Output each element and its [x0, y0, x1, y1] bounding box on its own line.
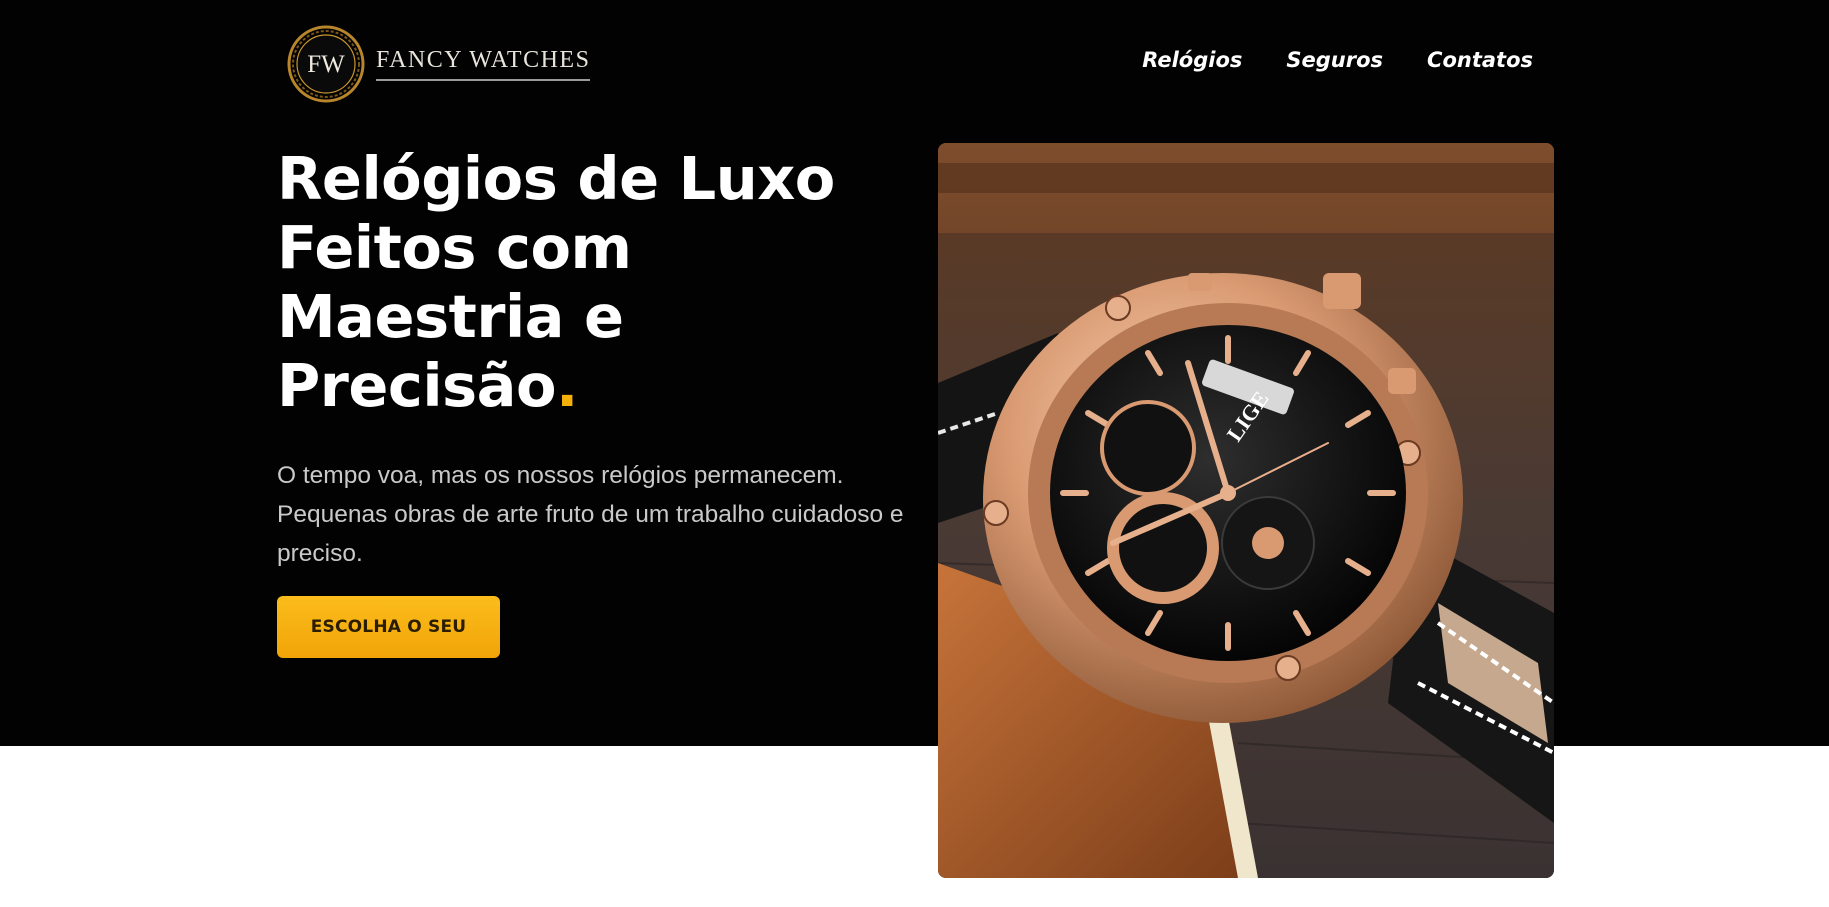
- main-nav: Relógios Seguros Contatos: [1142, 48, 1533, 72]
- nav-item-contatos[interactable]: Contatos: [1427, 48, 1533, 72]
- product-image: LIGE: [938, 143, 1554, 878]
- brand-logo[interactable]: FW FANCY WATCHES: [286, 20, 591, 108]
- choose-yours-button[interactable]: ESCOLHA O SEU: [277, 596, 500, 658]
- watch-illustration-icon: LIGE: [938, 143, 1554, 878]
- hero-subtitle: O tempo voa, mas os nossos relógios perm…: [277, 462, 904, 567]
- hero-title: Relógios de Luxo Feitos com Maestria e P…: [277, 144, 897, 420]
- nav-item-seguros[interactable]: Seguros: [1286, 48, 1383, 72]
- logo-monogram: FW: [307, 51, 345, 78]
- brand-name: FANCY WATCHES: [376, 47, 591, 73]
- brand-underline: [376, 79, 591, 81]
- hero-background: [0, 0, 1829, 746]
- hero-title-accent-dot: .: [556, 351, 578, 420]
- logo-emblem-icon: FW: [286, 24, 366, 104]
- nav-item-relogios[interactable]: Relógios: [1142, 48, 1242, 72]
